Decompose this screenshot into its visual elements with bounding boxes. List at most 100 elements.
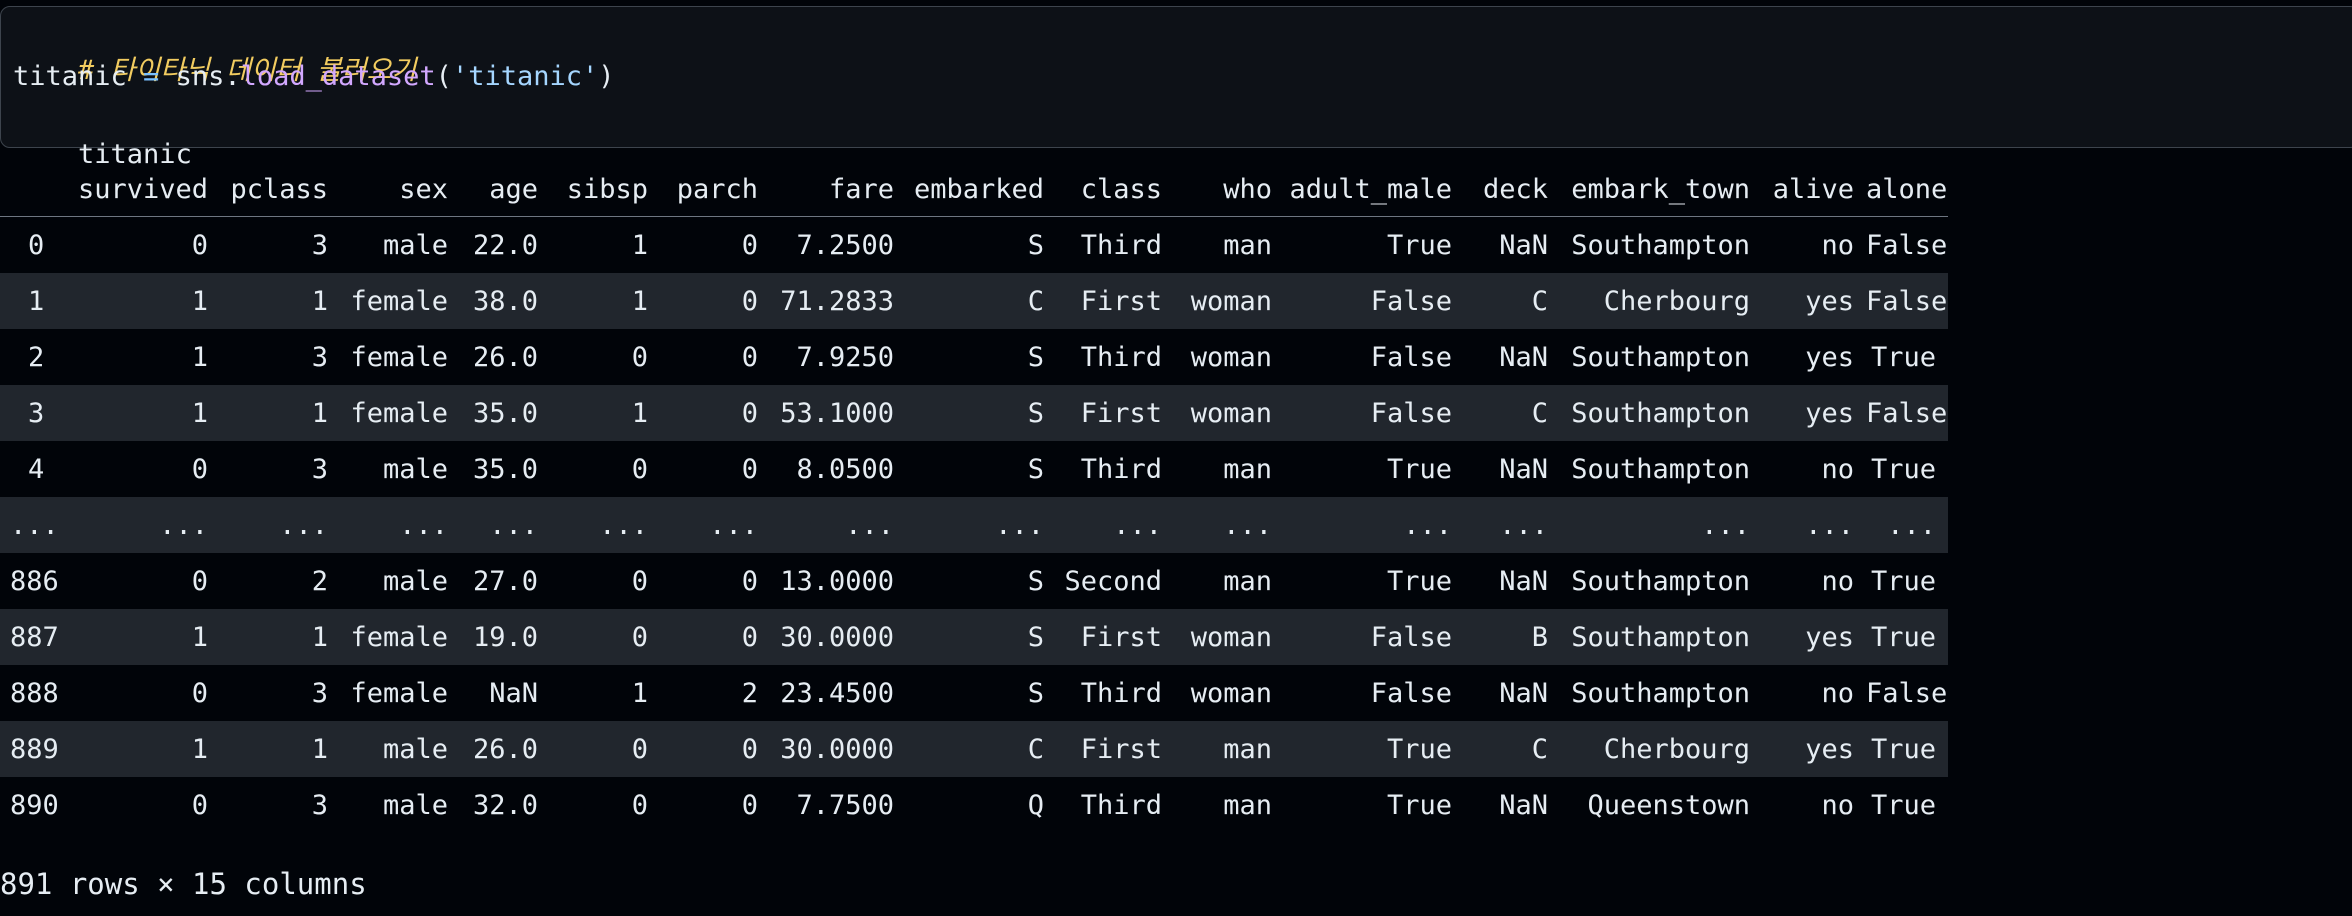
table-cell: ... [1113, 509, 1162, 541]
table-cell: NaN [1499, 565, 1548, 597]
table-cell: 7.9250 [796, 341, 894, 373]
table-cell: NaN [489, 677, 538, 709]
table-cell: 1 [191, 621, 208, 653]
table-cell: 22.0 [472, 229, 538, 261]
table-cell: S [1027, 621, 1044, 653]
table-cell: 7.7500 [796, 789, 894, 821]
table-cell: 1 [631, 229, 648, 261]
column-header: pclass [220, 162, 340, 217]
table-cell: 30.0000 [780, 621, 894, 653]
table-cell: S [1027, 677, 1044, 709]
table-cell: S [1027, 565, 1044, 597]
table-cell: 0 [741, 733, 758, 765]
table-cell: Southampton [1571, 565, 1750, 597]
table-cell: Southampton [1571, 341, 1750, 373]
table-cell: 0 [191, 789, 208, 821]
table-cell: 1 [191, 285, 208, 317]
table-cell: ... [1499, 509, 1548, 541]
table-cell: 0 [191, 229, 208, 261]
table-cell: False [1370, 341, 1452, 373]
table-cell: 0 [741, 341, 758, 373]
table-cell: ... [399, 509, 448, 541]
table-row: 3 1 1 female 35.0 1 0 53.1000 S First woman False C S… [0, 385, 1948, 441]
table-cell: man [1223, 229, 1272, 261]
table-cell: 53.1000 [780, 397, 894, 429]
table-cell: 0 [631, 341, 648, 373]
table-cell: ... [1223, 509, 1272, 541]
table-cell: 23.4500 [780, 677, 894, 709]
table-cell: Southampton [1571, 229, 1750, 261]
table-cell: B [1531, 621, 1548, 653]
table-cell: NaN [1499, 453, 1548, 485]
table-cell: False [1370, 677, 1452, 709]
table-cell: 0 [741, 285, 758, 317]
code-cell[interactable]: # 타이타닉 데이터 불러오기 titanic = sns.load_datas… [0, 6, 2352, 170]
row-index: 4 [28, 453, 45, 485]
table-cell: NaN [1499, 677, 1548, 709]
table-cell: 0 [631, 565, 648, 597]
column-header: class [1056, 162, 1174, 217]
table-cell: ... [279, 509, 328, 541]
table-cell: C [1531, 397, 1548, 429]
table-cell: First [1080, 285, 1162, 317]
table-row: 887 1 1 female 19.0 0 0 30.0000 S First woman False… [0, 609, 1948, 665]
row-index: 3 [28, 397, 45, 429]
table-cell: 0 [191, 677, 208, 709]
table-cell: 3 [311, 453, 328, 485]
row-index: 2 [28, 341, 45, 373]
table-cell: female [350, 621, 448, 653]
table-cell: True [1870, 621, 1936, 653]
table-cell: female [350, 341, 448, 373]
table-cell: True [1870, 341, 1936, 373]
table-cell: NaN [1499, 789, 1548, 821]
table-cell: ... [599, 509, 648, 541]
row-index: 888 [10, 677, 59, 709]
table-row: 890 0 3 male 32.0 0 0 7.7500 Q Third man True NaN Que… [0, 777, 1948, 833]
table-cell: S [1027, 229, 1044, 261]
table-cell: male [382, 453, 448, 485]
table-cell: 1 [631, 677, 648, 709]
table-cell: 0 [191, 565, 208, 597]
column-header: deck [1464, 162, 1560, 217]
table-cell: 19.0 [472, 621, 538, 653]
table-cell: 1 [311, 397, 328, 429]
table-cell: ... [845, 509, 894, 541]
table-cell: Third [1080, 229, 1162, 261]
table-cell: Queenstown [1587, 789, 1750, 821]
table-cell: 32.0 [472, 789, 538, 821]
table-cell: 26.0 [472, 341, 538, 373]
table-cell: ... [159, 509, 208, 541]
table-cell: no [1821, 677, 1854, 709]
table-cell: ... [1403, 509, 1452, 541]
table-cell: yes [1805, 285, 1854, 317]
code-function: load_dataset [240, 61, 436, 92]
table-cell: female [350, 285, 448, 317]
row-index: 0 [28, 229, 45, 261]
row-index: 889 [10, 733, 59, 765]
table-cell: Cherbourg [1603, 733, 1750, 765]
table-cell: 0 [741, 453, 758, 485]
column-header [0, 162, 70, 217]
table-cell: no [1821, 565, 1854, 597]
table-cell: Southampton [1571, 677, 1750, 709]
table-cell: 1 [311, 621, 328, 653]
table-cell: Third [1080, 453, 1162, 485]
table-cell: 26.0 [472, 733, 538, 765]
table-cell: C [1531, 733, 1548, 765]
table-cell: 2 [741, 677, 758, 709]
row-index: 886 [10, 565, 59, 597]
table-cell: C [1027, 733, 1044, 765]
table-cell: 71.2833 [780, 285, 894, 317]
table-cell: True [1386, 789, 1452, 821]
table-cell: woman [1190, 397, 1272, 429]
table-cell: 1 [191, 397, 208, 429]
table-cell: ... [709, 509, 758, 541]
table-cell: First [1080, 733, 1162, 765]
column-header: embark_town [1560, 162, 1762, 217]
table-cell: Southampton [1571, 621, 1750, 653]
table-cell: False [1370, 285, 1452, 317]
table-row: 2 1 3 female 26.0 0 0 7.9250 S Third woman False NaN… [0, 329, 1948, 385]
code-string: 'titanic' [451, 61, 599, 92]
row-index: 1 [28, 285, 45, 317]
table-cell: female [350, 397, 448, 429]
